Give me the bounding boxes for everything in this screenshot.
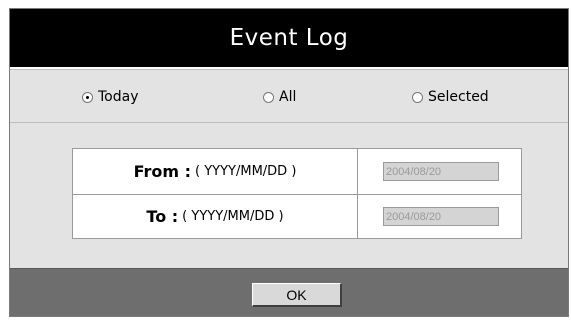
to-label-cell: To : ( YYYY/MM/DD ) bbox=[73, 194, 358, 239]
radio-today-label: Today bbox=[98, 89, 139, 105]
radio-selected-label: Selected bbox=[428, 89, 489, 105]
to-format-hint: ( YYYY/MM/DD ) bbox=[182, 209, 284, 224]
filter-radio-group: Today All Selected bbox=[10, 69, 568, 123]
to-row: To : ( YYYY/MM/DD ) bbox=[73, 194, 521, 239]
radio-today[interactable]: Today bbox=[82, 89, 139, 105]
ok-button[interactable]: OK bbox=[252, 283, 342, 307]
radio-button-icon[interactable] bbox=[263, 91, 274, 103]
radio-all[interactable]: All bbox=[263, 89, 296, 105]
from-row: From : ( YYYY/MM/DD ) bbox=[73, 149, 521, 195]
radio-selected[interactable]: Selected bbox=[412, 89, 489, 105]
dialog-title: Event Log bbox=[10, 9, 568, 67]
from-label: From : bbox=[133, 162, 192, 181]
to-label: To : bbox=[146, 207, 179, 226]
from-date-input[interactable] bbox=[383, 162, 499, 181]
radio-button-icon[interactable] bbox=[82, 91, 93, 103]
from-format-hint: ( YYYY/MM/DD ) bbox=[195, 164, 297, 179]
to-input-cell bbox=[358, 194, 521, 239]
from-label-cell: From : ( YYYY/MM/DD ) bbox=[73, 149, 358, 194]
date-range-panel: From : ( YYYY/MM/DD ) To : ( YYYY/MM/DD … bbox=[10, 123, 568, 268]
date-range-table: From : ( YYYY/MM/DD ) To : ( YYYY/MM/DD … bbox=[72, 148, 522, 239]
dialog-footer: OK bbox=[10, 268, 568, 316]
radio-button-icon[interactable] bbox=[412, 91, 423, 103]
from-input-cell bbox=[358, 149, 521, 194]
radio-all-label: All bbox=[279, 89, 297, 105]
to-date-input[interactable] bbox=[383, 207, 499, 226]
event-log-dialog: Event Log Today All Selected From : ( YY… bbox=[9, 8, 569, 317]
